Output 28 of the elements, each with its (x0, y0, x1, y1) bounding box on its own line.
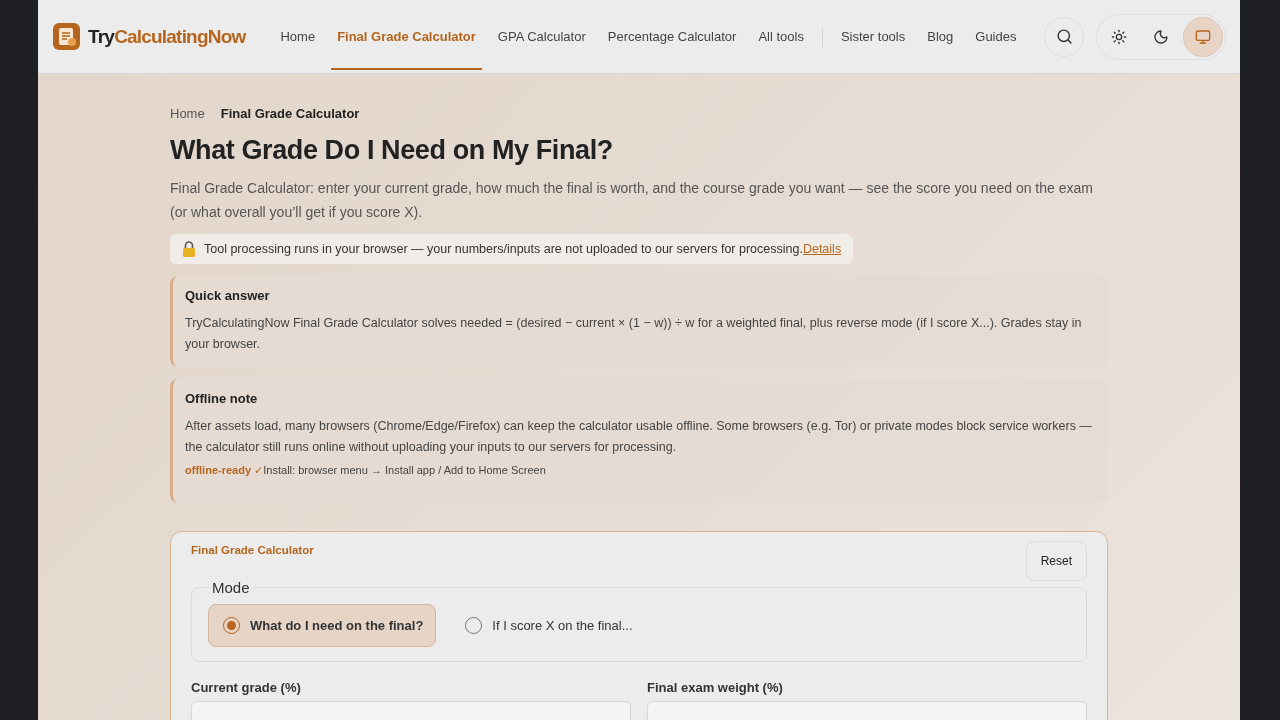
page-title: What Grade Do I Need on My Final? (170, 135, 614, 166)
nav-link[interactable]: Guides (969, 3, 1023, 70)
field-label: Current grade (%) (191, 680, 302, 695)
reset-button[interactable]: Reset (1025, 541, 1087, 581)
nav-link[interactable]: All tools (752, 3, 810, 70)
mode-legend: Mode (208, 579, 254, 596)
breadcrumb-link[interactable]: Home (170, 106, 205, 121)
mode-option[interactable]: What do I need on the final? (208, 604, 437, 647)
nav-link[interactable]: Percentage Calculator (601, 3, 743, 70)
nav-link[interactable]: Blog (921, 3, 960, 70)
nav-link[interactable]: Home (274, 3, 322, 70)
note-text: TryCalculatingNow Final Grade Calculator solves needed = (desired − current × (1 − w)) ÷ w for a weighted final, plus reverse mode (if I score X...). Grades stay in your browser. (185, 315, 1083, 353)
note-title: Quick answer (185, 288, 271, 303)
mode-option[interactable]: If I score X on the final... (450, 604, 646, 647)
intro-text: Final Grade Calculator: enter your current grade, how much the final is worth, and the course grade you want — see the score you need on the exam (or what overall you’ll get if you score X). (170, 179, 1094, 222)
nav-link[interactable]: GPA Calculator (491, 3, 592, 70)
brand-name[interactable]: TryCalculatingNow (88, 25, 246, 48)
privacy-text: Tool processing runs in your browser — your numbers/inputs are not uploaded to our servers for processing.Details (204, 242, 842, 256)
status-label: offline-ready ✓ (185, 464, 264, 477)
note-text: After assets load, many browsers (Chrome/Edge/Firefox) can keep the calculator usable offline. Some browsers (e.g. Tor) or private modes block service workers — the calculator still runs online without uploading your inputs to our servers for processing. (185, 418, 1093, 456)
breadcrumb-link[interactable]: Final Grade Calculator (220, 106, 360, 121)
card-title: Final Grade Calculator (191, 544, 314, 556)
nav-link[interactable]: Sister tools (834, 3, 912, 70)
field-label: Final exam weight (%) (647, 680, 784, 695)
note-title: Offline note (185, 391, 259, 406)
install-hint: Install: browser menu → Install app / Add to Home Screen (263, 464, 546, 477)
nav-link[interactable]: Final Grade Calculator (331, 3, 482, 70)
details-link[interactable]: Details (802, 242, 842, 256)
